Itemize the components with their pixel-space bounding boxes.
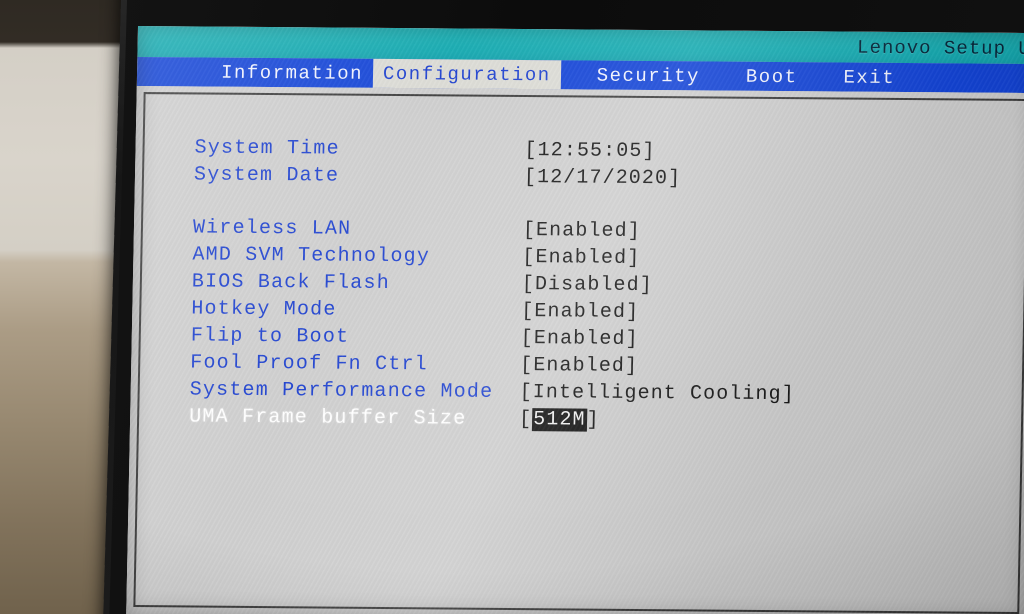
photo-scene: Lenovo Setup Uti Information Configurati… <box>0 0 1024 614</box>
value-bracket-close: ] <box>586 408 600 432</box>
tab-gap <box>560 60 587 89</box>
setting-label: System Time <box>194 136 341 161</box>
setting-label: Hotkey Mode <box>191 297 337 322</box>
value-highlighted[interactable]: 512M <box>531 408 587 432</box>
tab-exit[interactable]: Exit <box>833 62 905 92</box>
tab-boot[interactable]: Boot <box>736 62 808 92</box>
setting-label: System Date <box>193 163 340 188</box>
setting-value[interactable]: [Enabled] <box>521 300 639 324</box>
settings-list: System Time [12:55:05] System Date [12/1… <box>189 134 1013 436</box>
tab-configuration[interactable]: Configuration <box>372 58 561 90</box>
value-bracket-open: [ <box>518 408 533 432</box>
bios-setup-utility: Lenovo Setup Uti Information Configurati… <box>126 26 1024 614</box>
setting-value[interactable]: [Enabled] <box>523 219 641 243</box>
tab-information[interactable]: Information <box>211 58 373 88</box>
setting-label: System Performance Mode <box>189 378 494 404</box>
setting-value[interactable]: [12:55:05] <box>524 139 655 163</box>
setting-label: BIOS Back Flash <box>191 270 391 296</box>
tab-gap-2 <box>710 61 737 90</box>
setting-label: Fool Proof Fn Ctrl <box>190 351 429 377</box>
setting-value[interactable]: [Intelligent Cooling] <box>519 381 795 406</box>
tab-security[interactable]: Security <box>586 61 710 91</box>
setting-value[interactable]: [Enabled] <box>520 354 638 378</box>
setting-value[interactable]: [12/17/2020] <box>524 166 682 190</box>
setting-value[interactable]: [512M] <box>519 408 600 432</box>
content-frame: System Time [12:55:05] System Date [12/1… <box>133 92 1024 614</box>
laptop-screen: Lenovo Setup Uti Information Configurati… <box>126 26 1024 614</box>
setting-label: UMA Frame buffer Size <box>188 405 467 431</box>
setting-value[interactable]: [Enabled] <box>521 327 639 351</box>
setting-value[interactable]: [Disabled] <box>522 273 653 297</box>
setting-row-uma-frame-buffer-size[interactable]: UMA Frame buffer Size [512M] <box>189 403 1007 436</box>
tab-bar-left-pad <box>137 57 212 87</box>
setting-value[interactable]: [Enabled] <box>522 246 640 270</box>
setting-label: AMD SVM Technology <box>192 243 431 269</box>
setting-label: Wireless LAN <box>192 216 352 241</box>
tab-gap-3 <box>807 62 834 91</box>
app-title: Lenovo Setup Uti <box>856 36 1024 60</box>
content-area: System Time [12:55:05] System Date [12/1… <box>126 85 1024 614</box>
setting-label: Flip to Boot <box>190 324 350 349</box>
